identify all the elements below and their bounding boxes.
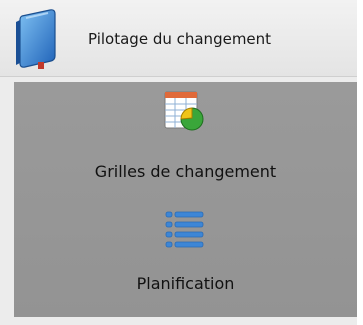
section-header[interactable]: Pilotage du changement: [0, 0, 357, 77]
grid-chart-icon: [162, 90, 206, 134]
list-icon: [164, 208, 206, 250]
nav-content: Grilles de changement Planification: [14, 82, 357, 317]
navigation-panel: Pilotage du changement Grilles de change…: [0, 0, 357, 325]
nav-item-label: Planification: [136, 274, 235, 293]
book-icon: [8, 4, 68, 74]
nav-item-planification[interactable]: Planification: [14, 202, 357, 302]
nav-item-label: Grilles de changement: [94, 162, 277, 181]
window-edge: [357, 0, 363, 325]
nav-item-grilles-de-changement[interactable]: Grilles de changement: [14, 82, 357, 192]
section-title: Pilotage du changement: [88, 30, 272, 48]
